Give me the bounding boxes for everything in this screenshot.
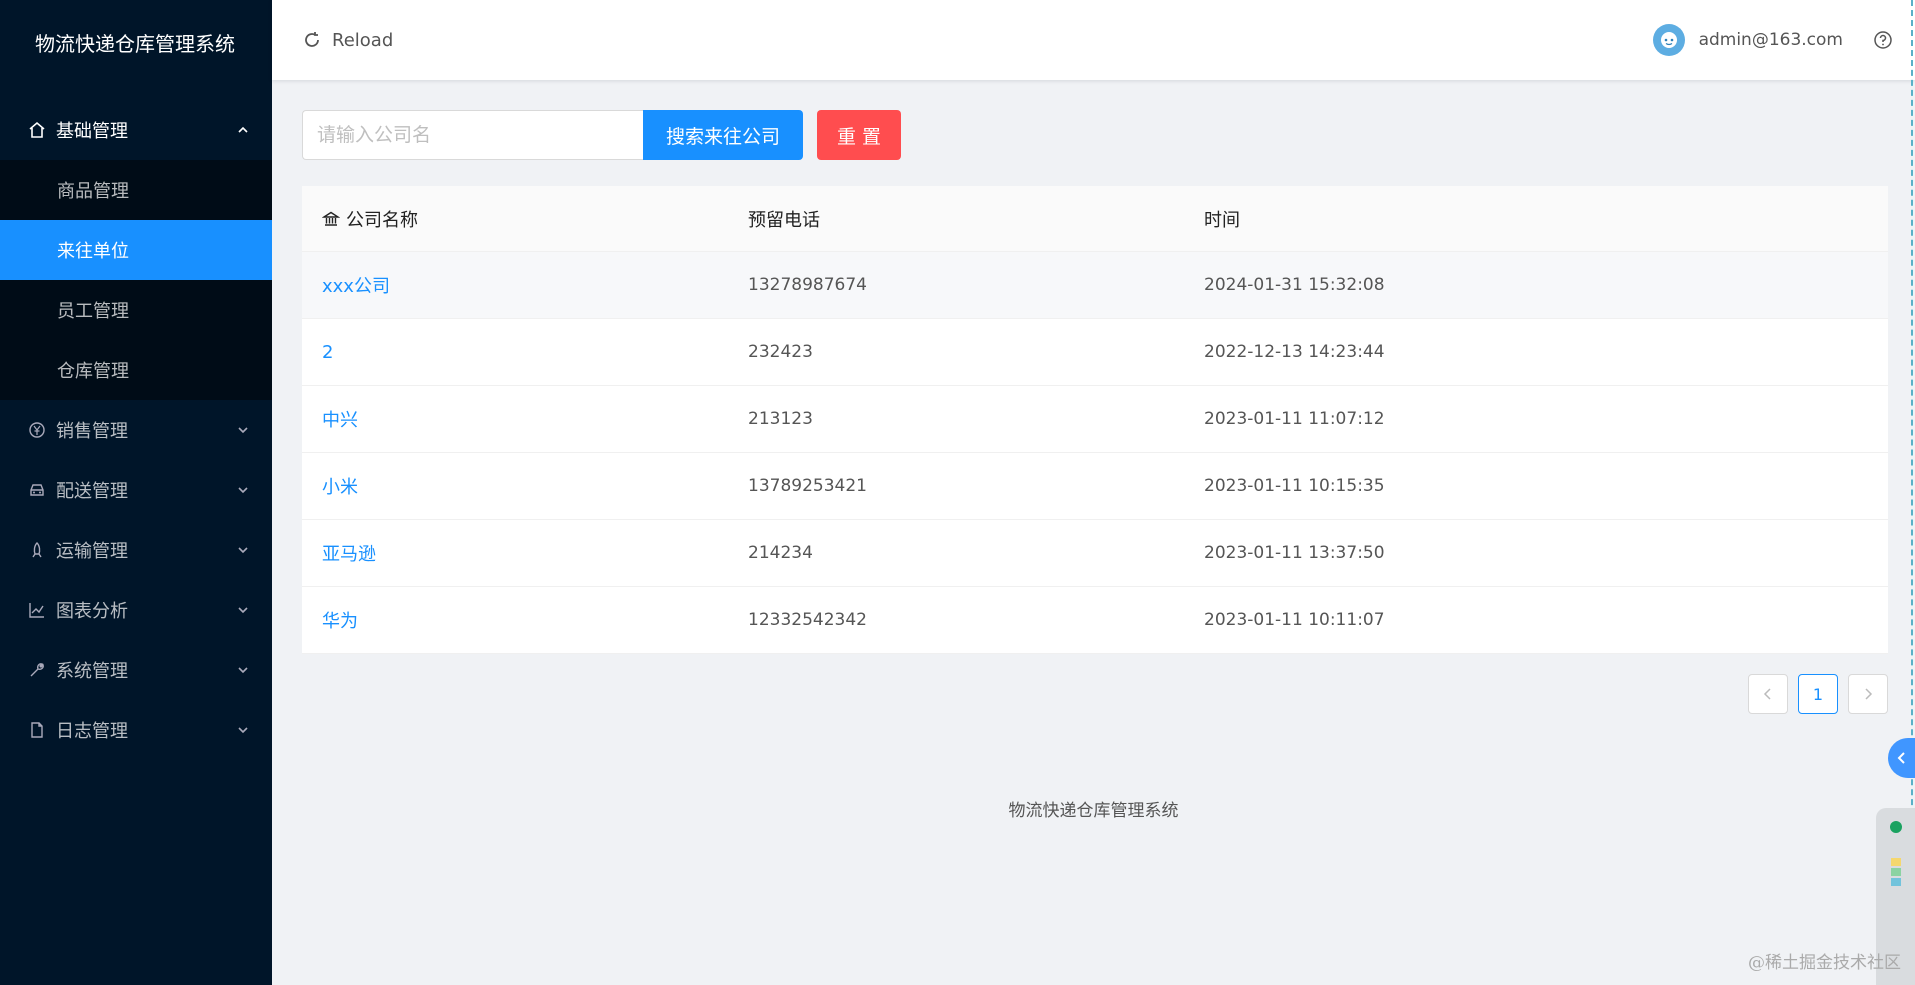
- reload-button[interactable]: Reload: [302, 30, 393, 51]
- menu-group-label: 配送管理: [56, 481, 128, 502]
- help-icon[interactable]: [1873, 30, 1893, 50]
- chevron-down-icon: [236, 423, 250, 437]
- time-cell: 2023-01-11 11:07:12: [1204, 409, 1385, 429]
- sidebar-item-partners[interactable]: 来往单位: [0, 220, 272, 280]
- phone-cell: 232423: [748, 342, 813, 362]
- yen-icon: [26, 419, 48, 441]
- table-row: 2 232423 2022-12-13 14:23:44: [302, 319, 1888, 386]
- menu-group-label: 运输管理: [56, 541, 128, 562]
- company-search-input[interactable]: [302, 110, 643, 160]
- chevron-down-icon: [236, 663, 250, 677]
- phone-cell: 213123: [748, 409, 813, 429]
- wrench-icon: [26, 659, 48, 681]
- table-row: 亚马逊 214234 2023-01-11 13:37:50: [302, 520, 1888, 587]
- sidebar-item-products[interactable]: 商品管理: [0, 160, 272, 220]
- menu-group-label: 系统管理: [56, 661, 128, 682]
- bank-icon: [322, 211, 340, 226]
- page-footer: 物流快递仓库管理系统: [1008, 801, 1179, 821]
- file-icon: [26, 719, 48, 741]
- table-row: 小米 13789253421 2023-01-11 10:15:35: [302, 453, 1888, 520]
- menu-group-label: 日志管理: [56, 721, 128, 742]
- line-chart-icon: [26, 599, 48, 621]
- chevron-left-icon: [1897, 752, 1905, 764]
- reload-label: Reload: [332, 29, 394, 51]
- next-page-button[interactable]: [1848, 674, 1888, 714]
- column-header-label: 公司名称: [346, 209, 418, 231]
- menu-group-label: 图表分析: [56, 601, 128, 622]
- phone-cell: 12332542342: [748, 610, 867, 630]
- menu-group-logs[interactable]: 日志管理: [0, 700, 272, 760]
- column-header-phone: 预留电话: [748, 209, 820, 231]
- table-row: 中兴 213123 2023-01-11 11:07:12: [302, 386, 1888, 453]
- car-icon: [26, 479, 48, 501]
- company-name-link[interactable]: 亚马逊: [322, 540, 376, 566]
- table-row: 华为 12332542342 2023-01-11 10:11:07: [302, 587, 1888, 654]
- time-cell: 2022-12-13 14:23:44: [1204, 342, 1385, 362]
- column-header-company: 公司名称: [302, 206, 722, 232]
- sidebar: 物流快递仓库管理系统 基础管理 商品管理 来往单位 员工管理 仓库管理 销售管理…: [0, 0, 272, 985]
- avatar[interactable]: [1652, 24, 1685, 56]
- table-row: xxx公司 13278987674 2024-01-31 15:32:08: [302, 252, 1888, 319]
- menu-group-charts[interactable]: 图表分析: [0, 580, 272, 640]
- main-content: 搜索来往公司 重 置 公司名称 预留电话 时间 xxx公司 1327898767…: [302, 110, 1888, 714]
- chevron-up-icon: [236, 123, 250, 137]
- time-cell: 2023-01-11 10:11:07: [1204, 610, 1385, 630]
- prev-page-button[interactable]: [1748, 674, 1788, 714]
- phone-cell: 13789253421: [748, 476, 867, 496]
- sidebar-item-employees[interactable]: 员工管理: [0, 280, 272, 340]
- company-name-link[interactable]: xxx公司: [322, 272, 390, 298]
- menu-group-system[interactable]: 系统管理: [0, 640, 272, 700]
- menu-group-basic[interactable]: 基础管理: [0, 100, 272, 160]
- menu-group-sales[interactable]: 销售管理: [0, 400, 272, 460]
- table-header: 公司名称 预留电话 时间: [302, 186, 1888, 252]
- company-name-link[interactable]: 中兴: [322, 406, 358, 432]
- sidebar-item-warehouses[interactable]: 仓库管理: [0, 340, 272, 400]
- chevron-left-icon: [1763, 688, 1771, 700]
- chevron-down-icon: [236, 603, 250, 617]
- header-user-area: admin@163.com: [1652, 24, 1893, 56]
- time-cell: 2023-01-11 10:15:35: [1204, 476, 1385, 496]
- company-name-link[interactable]: 2: [322, 342, 333, 363]
- chevron-down-icon: [236, 483, 250, 497]
- partner-table: 公司名称 预留电话 时间 xxx公司 13278987674 2024-01-3…: [302, 186, 1888, 654]
- top-header: Reload admin@163.com: [272, 0, 1915, 80]
- collapse-panel-button[interactable]: [1888, 738, 1915, 778]
- chevron-down-icon: [236, 543, 250, 557]
- reset-button[interactable]: 重 置: [817, 110, 901, 160]
- search-bar: 搜索来往公司 重 置: [302, 110, 1888, 160]
- menu-group-transport[interactable]: 运输管理: [0, 520, 272, 580]
- phone-cell: 214234: [748, 543, 813, 563]
- menu-group-label: 基础管理: [56, 121, 128, 142]
- reload-icon: [305, 32, 319, 47]
- column-header-time: 时间: [1204, 209, 1240, 231]
- time-cell: 2024-01-31 15:32:08: [1204, 275, 1385, 295]
- search-button[interactable]: 搜索来往公司: [643, 110, 803, 160]
- rocket-icon: [26, 539, 48, 561]
- chevron-right-icon: [1865, 688, 1873, 700]
- menu-group-label: 销售管理: [56, 421, 128, 442]
- watermark: @稀土掘金技术社区: [1748, 953, 1901, 973]
- home-icon: [26, 119, 48, 141]
- app-title: 物流快递仓库管理系统: [35, 32, 235, 56]
- page-button-current[interactable]: 1: [1798, 674, 1838, 714]
- phone-cell: 13278987674: [748, 275, 867, 295]
- chevron-down-icon: [236, 723, 250, 737]
- menu-group-delivery[interactable]: 配送管理: [0, 460, 272, 520]
- pagination: 1: [302, 674, 1888, 714]
- company-name-link[interactable]: 华为: [322, 607, 358, 633]
- submenu-basic: 商品管理 来往单位 员工管理 仓库管理: [0, 160, 272, 400]
- time-cell: 2023-01-11 13:37:50: [1204, 543, 1385, 563]
- company-name-link[interactable]: 小米: [322, 473, 358, 499]
- user-email[interactable]: admin@163.com: [1699, 30, 1843, 50]
